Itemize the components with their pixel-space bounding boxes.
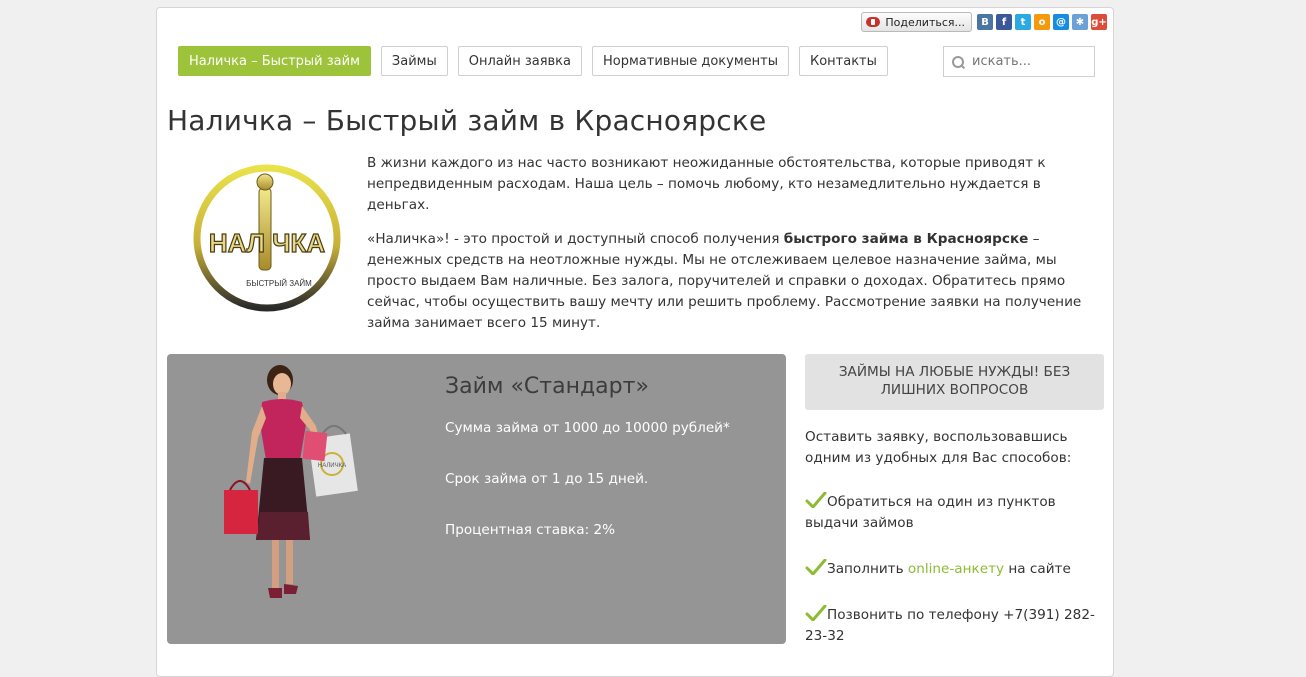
nav-item-documents[interactable]: Нормативные документы [592, 46, 789, 76]
main-nav: Наличка – Быстрый займ Займы Онлайн заяв… [178, 46, 888, 76]
checkmark-icon [805, 605, 827, 621]
promo-rate: Процентная ставка: 2% [445, 522, 616, 538]
intro-paragraph-1: В жизни каждого из нас часто возникают н… [367, 155, 1046, 213]
intro-p2-start: «Наличка»! - это простой и доступный спо… [367, 231, 784, 247]
page-title: Наличка – Быстрый займ в Красноярске [167, 104, 767, 137]
page-container: Поделиться... B f t o @ ✱ g+ Наличка – Б… [156, 7, 1114, 677]
promo-amount: Сумма займа от 1000 до 10000 рублей* [445, 420, 730, 436]
nav-item-contacts[interactable]: Контакты [798, 46, 888, 76]
share-bar: Поделиться... B f t o @ ✱ g+ [861, 12, 1107, 32]
liveinternet-icon[interactable]: ✱ [1072, 14, 1088, 30]
intro-text: В жизни каждого из нас часто возникают н… [367, 153, 1102, 347]
method-item-office-text: Обратиться на один из пунктов выдачи зай… [805, 494, 1056, 531]
method-item-online-text: Заполнить [827, 561, 908, 577]
online-form-link[interactable]: online-анкету [908, 561, 1004, 577]
search-icon [952, 55, 964, 68]
intro-paragraph-2: «Наличка»! - это простой и доступный спо… [367, 229, 1102, 334]
vk-icon[interactable]: B [977, 14, 993, 30]
odnoklassniki-icon[interactable]: o [1034, 14, 1050, 30]
nav-item-loans[interactable]: Займы [380, 46, 448, 76]
mailru-icon[interactable]: @ [1053, 14, 1069, 30]
share-icon [866, 17, 881, 27]
checkmark-icon [805, 492, 827, 508]
share-button[interactable]: Поделиться... [861, 12, 972, 32]
bag-logo-text: НАЛИЧКА [318, 463, 346, 469]
side-heading: ЗАЙМЫ НА ЛЮБЫЕ НУЖДЫ! БЕЗ ЛИШНИХ ВОПРОСО… [805, 354, 1104, 410]
logo-text: НАЛ ЧКА [209, 228, 325, 258]
method-item-phone: Позвонить по телефону +7(391) 282-23-32 [805, 605, 1105, 647]
share-button-label: Поделиться... [885, 15, 965, 29]
checkmark-icon [805, 559, 827, 575]
method-item-phone-text: Позвонить по телефону +7(391) 282-23-32 [805, 607, 1095, 644]
side-intro: Оставить заявку, воспользовавшись одним … [805, 429, 1072, 466]
promo-box: НАЛИЧКА Займ «Стандарт» Сумма займа от 1… [167, 354, 786, 644]
method-item-office: Обратиться на один из пунктов выдачи зай… [805, 492, 1105, 534]
nalichka-logo: НАЛ ЧКА БЫСТРЫЙ ЗАЙМ [193, 164, 341, 312]
method-item-online: Заполнить online-анкету на сайте [805, 559, 1105, 580]
googleplus-icon[interactable]: g+ [1091, 14, 1107, 30]
search-box [943, 46, 1095, 77]
nav-item-online-application[interactable]: Онлайн заявка [457, 46, 583, 76]
intro-p2-bold: быстрого займа в Красноярске [783, 231, 1029, 247]
twitter-icon[interactable]: t [1015, 14, 1031, 30]
logo-subtext: БЫСТРЫЙ ЗАЙМ [246, 279, 312, 288]
nav-item-home[interactable]: Наличка – Быстрый займ [178, 46, 371, 76]
method-item-online-end: на сайте [1004, 561, 1071, 577]
search-input[interactable] [970, 53, 1094, 70]
woman-with-bags-image: НАЛИЧКА [224, 365, 358, 598]
facebook-icon[interactable]: f [996, 14, 1012, 30]
promo-title: Займ «Стандарт» [445, 374, 649, 399]
promo-term: Срок займа от 1 до 15 дней. [445, 471, 649, 487]
